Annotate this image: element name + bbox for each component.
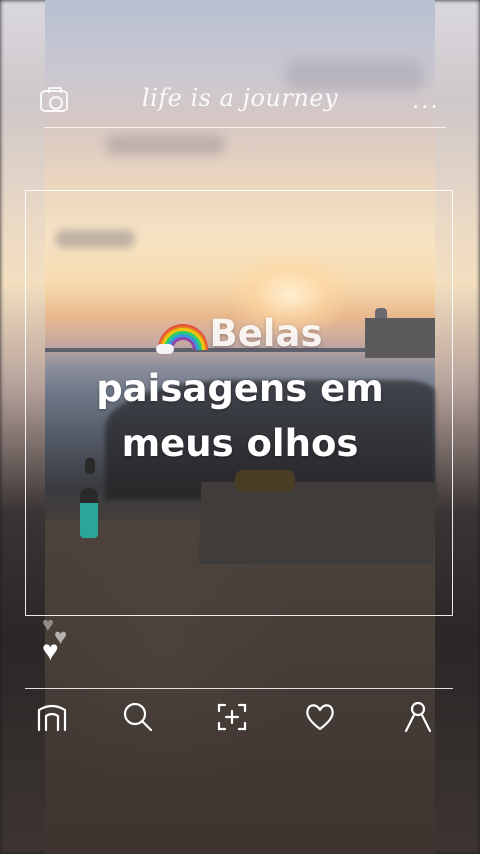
rainbow-icon [155, 324, 208, 354]
floating-hearts: ♥ ♥ ♥ [40, 612, 80, 672]
page-title: life is a journey [141, 84, 339, 112]
home-icon[interactable] [34, 700, 70, 734]
search-icon[interactable] [120, 700, 156, 734]
caption-word-belas: Belas [209, 312, 323, 355]
caption-line-3: meus olhos [121, 422, 359, 465]
profile-icon[interactable] [400, 700, 436, 734]
bottom-nav [0, 700, 480, 740]
more-icon[interactable]: ... [412, 86, 440, 112]
nav-divider [25, 688, 453, 689]
caption-line-2: paisagens em [96, 367, 384, 410]
add-post-icon[interactable] [214, 700, 250, 734]
header-divider [44, 127, 446, 128]
heart-icon[interactable]: ♥ [42, 637, 59, 665]
post-caption: Belas paisagens em meus olhos [0, 306, 480, 471]
caption-line-1: Belas [0, 306, 480, 361]
heart-icon[interactable] [302, 700, 338, 734]
